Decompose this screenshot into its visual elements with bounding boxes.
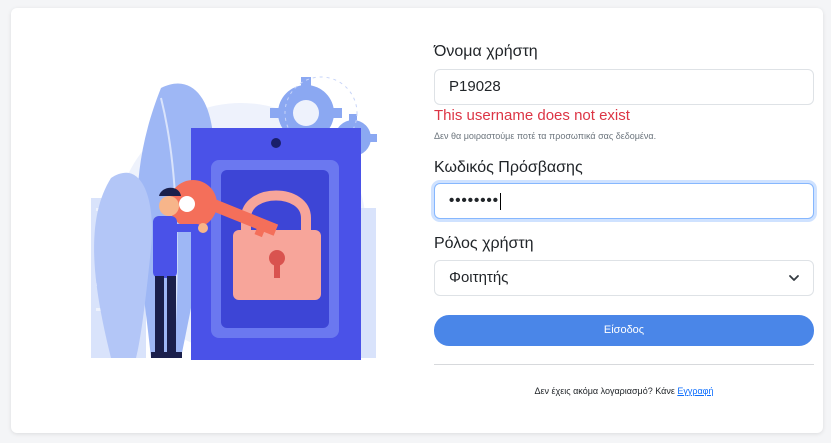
text-caret [500, 192, 502, 210]
password-label: Κωδικός Πρόσβασης [434, 159, 583, 176]
role-select[interactable]: Φοιτητής [434, 260, 814, 296]
username-input[interactable]: P19028 [434, 69, 814, 105]
login-card: Όνομα χρήστη P19028 This username does n… [11, 8, 823, 433]
login-illustration [81, 58, 391, 368]
signup-prompt-text: Δεν έχεις ακόμα λογαριασμό? Κάνε [534, 386, 678, 396]
username-label: Όνομα χρήστη [434, 43, 538, 60]
password-mask: •••••••• [449, 192, 500, 209]
chevron-down-icon [789, 275, 799, 281]
username-error: This username does not exist [434, 107, 630, 124]
role-label: Ρόλος χρήστη [434, 235, 534, 252]
divider [434, 364, 814, 365]
privacy-help-text: Δεν θα μοιραστούμε ποτέ τα προσωπικά σας… [434, 131, 657, 141]
password-input[interactable]: •••••••• [434, 183, 814, 219]
person-holding-key-lock-icon [91, 76, 377, 360]
signup-link[interactable]: Εγγραφή [677, 386, 713, 396]
role-selected-value: Φοιτητής [449, 269, 509, 286]
login-button[interactable]: Είσοδος [434, 315, 814, 346]
signup-prompt: Δεν έχεις ακόμα λογαριασμό? Κάνε Εγγραφή [434, 386, 814, 396]
username-value: P19028 [449, 78, 501, 95]
